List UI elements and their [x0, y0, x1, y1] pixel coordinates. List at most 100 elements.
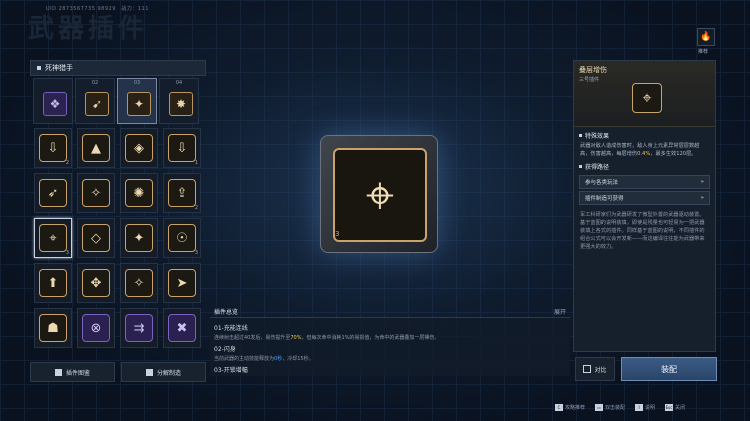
overview-title: 插件总览 — [214, 308, 239, 316]
source-link-activities[interactable]: 参与各类玩法 » — [579, 175, 710, 189]
hint-guide[interactable]: C 攻略推荐 — [555, 404, 585, 411]
plugin-cell[interactable]: ☗ — [34, 308, 72, 348]
plugin-cell[interactable]: ⇩ 2 — [34, 128, 72, 168]
expand-button[interactable]: 展开 — [554, 307, 566, 316]
gallery-button[interactable]: 插件图鉴 — [30, 362, 115, 382]
desc-text: ，但每次命中消耗1%的易损值，为命中的武器叠加一层裸伤。 — [301, 335, 440, 341]
link-label: 参与各类玩法 — [585, 180, 619, 186]
plugin-icon: ✦ — [127, 92, 151, 116]
source-link-crafting[interactable]: 插件制造可获得 » — [579, 191, 710, 205]
book-icon — [54, 368, 62, 376]
hint-label: 关闭 — [675, 405, 686, 411]
left-actions: 插件图鉴 分解制造 — [30, 362, 206, 382]
plugin-cell[interactable]: ▲ — [77, 128, 115, 168]
recommend-label: 推荐 — [698, 49, 709, 55]
dismantle-button[interactable]: 分解制造 — [121, 362, 206, 382]
plugin-cell[interactable]: ⌖ 3 — [34, 218, 72, 258]
slot-number: 04 — [175, 80, 183, 86]
page-watermark: 武器插件 — [28, 14, 149, 44]
plugin-icon: ⇩ — [168, 134, 196, 162]
plugin-icon: ◈ — [125, 134, 153, 162]
plugin-level: 2 — [194, 205, 198, 211]
uid-text: UID 2873567735 98929 战力：111 — [46, 6, 149, 12]
key-icon: Esc — [665, 404, 674, 411]
hint-label: 攻略推荐 — [565, 405, 586, 411]
key-icon: I — [635, 404, 644, 411]
hint-close[interactable]: Esc 关闭 — [665, 404, 685, 411]
section-label: 获得路径 — [585, 164, 610, 171]
plugin-cell[interactable]: ⇉ — [120, 308, 158, 348]
crosshair-icon: ⌖ — [365, 165, 395, 224]
overview-item-desc: 当前武器的主动技能释放为0秒，冷却15秒。 — [214, 355, 566, 362]
plugin-level: 3 — [194, 250, 198, 256]
dismantle-icon — [145, 368, 153, 376]
effect-section-title: 特殊效果 — [574, 127, 715, 142]
overview-item-desc: 连续射击超过40发后，易伤提升至70%，但每次命中消耗1%的易损值，为命中的武器… — [214, 334, 566, 341]
slot-tab-4[interactable]: 04 ✸ — [159, 78, 199, 124]
slot-tab-3[interactable]: 03 ✦ — [117, 78, 157, 124]
chip-face: ⌖ — [333, 148, 427, 242]
desc-text: 当前武器的主动技能释放为 — [214, 356, 275, 362]
plugin-icon: ⇩ — [39, 134, 67, 162]
plugin-cell[interactable]: ⇪ 2 — [163, 173, 201, 213]
plugin-cell[interactable]: ⇩ 1 — [163, 128, 201, 168]
weapon-name: 死神猎手 — [45, 64, 73, 72]
compare-button[interactable]: 对比 — [575, 357, 615, 381]
panel-header: 死神猎手 — [30, 60, 206, 76]
plugin-icon: ✖ — [168, 314, 196, 342]
plugin-level: 3 — [65, 250, 69, 256]
plugin-cell[interactable]: ◈ — [120, 128, 158, 168]
recommend-flame-icon[interactable]: 🔥 — [697, 28, 715, 46]
hint-equip[interactable]: ▭ 双击装配 — [595, 404, 625, 411]
plugin-icon: ✧ — [82, 179, 110, 207]
plugin-icon: ☗ — [39, 314, 67, 342]
plugin-cell[interactable]: ✥ — [77, 263, 115, 303]
plugin-cell[interactable]: ◇ — [77, 218, 115, 258]
plugin-cell[interactable]: ✺ — [120, 173, 158, 213]
plugin-icon: ▲ — [82, 134, 110, 162]
plugin-cell[interactable]: ⬆ — [34, 263, 72, 303]
slot-number: 03 — [133, 80, 141, 86]
mouse-icon: ▭ — [595, 404, 604, 411]
desc-highlight: 0秒 — [274, 356, 283, 362]
overview-body: 01-充能连线 连续射击超过40发后，易伤提升至70%，但每次命中消耗1%的易损… — [210, 317, 570, 376]
plugin-icon: ⌖ — [39, 224, 67, 252]
desc-text: 连续射击超过40发后，易伤提升至 — [214, 335, 291, 341]
equip-button[interactable]: 装配 — [621, 357, 717, 381]
plugin-icon: ➶ — [39, 179, 67, 207]
plugin-cell[interactable]: ➤ — [163, 263, 201, 303]
plugin-cell[interactable]: ✦ — [120, 218, 158, 258]
plugin-level: 1 — [194, 160, 198, 166]
slot-tab-2[interactable]: 02 ➹ — [75, 78, 115, 124]
slot-number: 02 — [91, 80, 99, 86]
chip-number: 3 — [335, 230, 340, 238]
plugin-icon: ✺ — [125, 179, 153, 207]
slot-tabs: ❖ 02 ➹ 03 ✦ 04 ✸ — [30, 78, 206, 124]
plugin-grid: ⇩ 2 ▲ ◈ ⇩ 1 ➶ ✧ ✺ ⇪ 2 ⌖ 3 ◇ ✦ ☉ 3 ⬆ ✥ ✧ ➤ ☗ ⊗ ⇉ ✖ — [30, 128, 206, 348]
double-chevron-icon: » — [700, 195, 704, 201]
overview-item-title: 02-闪身 — [214, 346, 236, 353]
selected-plugin-chip: ⌖ 3 — [320, 135, 438, 253]
plugin-icon: ❖ — [43, 92, 67, 116]
plugin-cell[interactable]: ✧ — [120, 263, 158, 303]
hint-label: 双击装配 — [605, 405, 626, 411]
hint-info[interactable]: I 说明 — [635, 404, 655, 411]
plugin-level: 2 — [65, 160, 69, 166]
effect-highlight: 0.4% — [637, 151, 651, 157]
dismantle-label: 分解制造 — [156, 369, 181, 377]
plugin-cell[interactable]: ✧ — [77, 173, 115, 213]
plugin-slot: 三号插件 — [579, 77, 600, 83]
section-dot-icon — [579, 165, 582, 168]
plugin-cell[interactable]: ✖ — [163, 308, 201, 348]
crosshair-icon: ⌖ — [632, 83, 662, 113]
slot-tab-1[interactable]: ❖ — [33, 78, 73, 124]
plugin-cell[interactable]: ⊗ — [77, 308, 115, 348]
double-chevron-icon: » — [700, 179, 704, 185]
plugin-icon: ☉ — [168, 224, 196, 252]
plugin-cell[interactable]: ☉ 3 — [163, 218, 201, 258]
plugin-icon: ⇉ — [125, 314, 153, 342]
link-label: 插件制造可获得 — [585, 196, 624, 202]
plugin-detail-panel: 叠层增伤 三号插件 ⌖ 特殊效果 武器对敌人造成伤害时，敌人身上元素异常层层数越… — [573, 60, 716, 352]
plugin-cell[interactable]: ➶ — [34, 173, 72, 213]
overview-header: 插件总览 展开 — [210, 305, 570, 317]
